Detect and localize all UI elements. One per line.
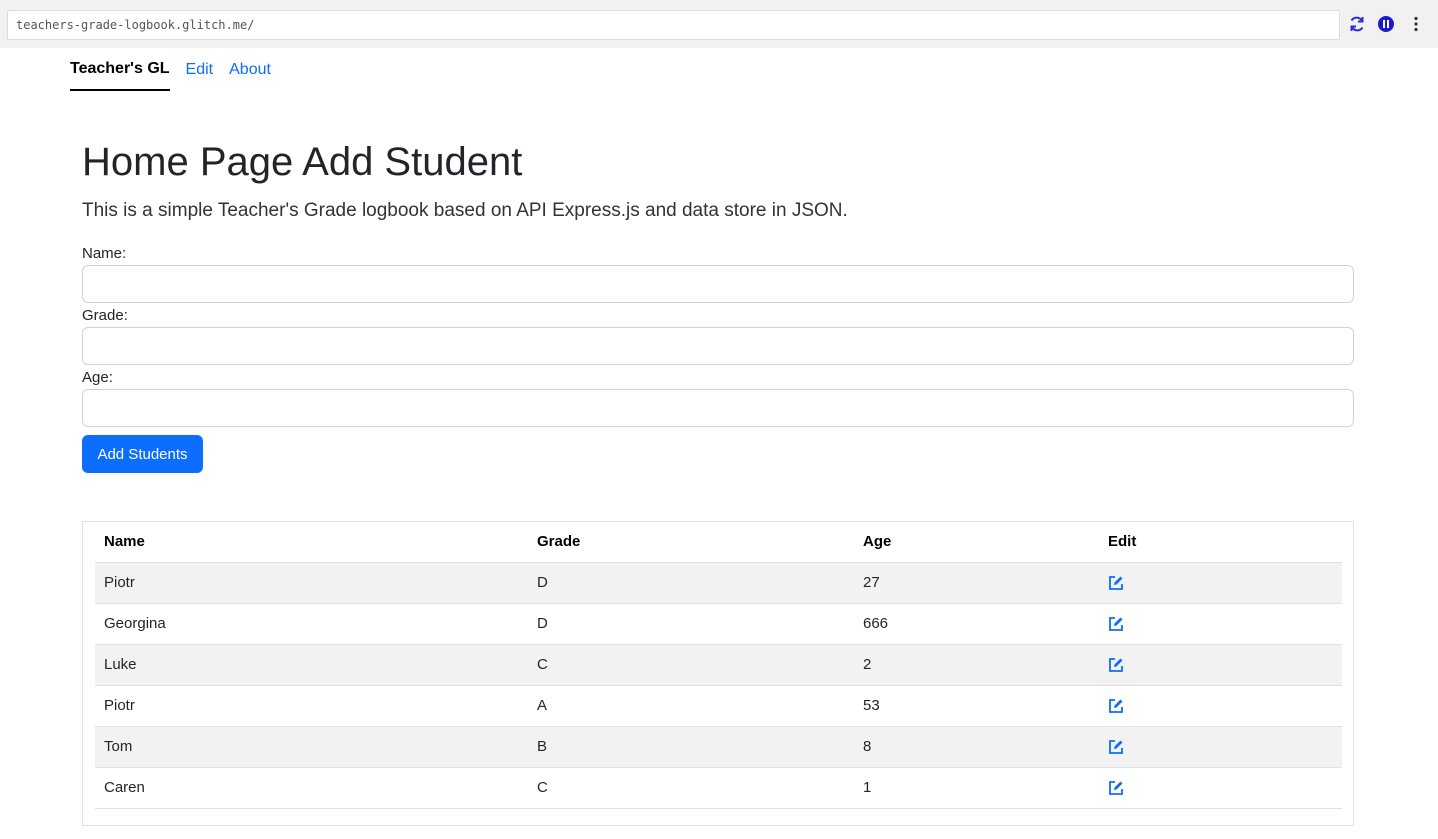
- edit-icon[interactable]: [1108, 575, 1124, 591]
- table-row: Georgina D 666: [95, 604, 1342, 645]
- top-nav: Teacher's GL Edit About: [70, 48, 287, 91]
- cell-grade: A: [537, 697, 548, 714]
- table-header-row: Name Grade Age Edit: [95, 522, 1342, 563]
- add-students-button[interactable]: Add Students: [82, 435, 203, 473]
- edit-icon[interactable]: [1108, 739, 1124, 755]
- grade-label: Grade:: [82, 307, 128, 324]
- table-row: Tom B 8: [95, 727, 1342, 768]
- edit-icon[interactable]: [1108, 616, 1124, 632]
- cell-grade: C: [537, 656, 548, 673]
- page-title: Home Page Add Student: [82, 140, 523, 184]
- more-menu-icon[interactable]: [1406, 14, 1426, 34]
- cell-name: Piotr: [104, 697, 135, 714]
- pause-icon[interactable]: [1376, 14, 1396, 34]
- header-age: Age: [863, 533, 892, 550]
- table-row: Luke C 2: [95, 645, 1342, 686]
- nav-brand[interactable]: Teacher's GL: [70, 48, 170, 91]
- cell-name: Luke: [104, 656, 137, 673]
- browser-toolbar: teachers-grade-logbook.glitch.me/: [0, 0, 1438, 48]
- table-row: Piotr A 53: [95, 686, 1342, 727]
- cell-name: Georgina: [104, 615, 166, 632]
- name-input[interactable]: [82, 265, 1354, 303]
- header-edit: Edit: [1108, 533, 1137, 550]
- students-table: Name Grade Age Edit Piotr D 27 Georgina …: [95, 522, 1342, 809]
- edit-icon[interactable]: [1108, 698, 1124, 714]
- cell-name: Caren: [104, 779, 145, 796]
- nav-link-edit[interactable]: Edit: [186, 48, 214, 91]
- cell-grade: D: [537, 574, 548, 591]
- edit-icon[interactable]: [1108, 657, 1124, 673]
- cell-age: 666: [863, 615, 889, 632]
- cell-age: 1: [863, 779, 872, 796]
- header-name: Name: [104, 533, 145, 550]
- age-input[interactable]: [82, 389, 1354, 427]
- table-row: Piotr D 27: [95, 563, 1342, 604]
- cell-age: 27: [863, 574, 880, 591]
- header-grade: Grade: [537, 533, 581, 550]
- edit-icon[interactable]: [1108, 780, 1124, 796]
- cell-name: Tom: [104, 738, 133, 755]
- cell-age: 8: [863, 738, 872, 755]
- age-label: Age:: [82, 369, 113, 386]
- cell-grade: B: [537, 738, 548, 755]
- nav-link-about[interactable]: About: [229, 48, 271, 91]
- name-label: Name:: [82, 245, 127, 262]
- table-row: Caren C 1: [95, 768, 1342, 809]
- grade-input[interactable]: [82, 327, 1354, 365]
- cell-name: Piotr: [104, 574, 135, 591]
- cell-grade: C: [537, 779, 548, 796]
- reload-icon[interactable]: [1347, 14, 1367, 34]
- cell-grade: D: [537, 615, 548, 632]
- address-bar[interactable]: teachers-grade-logbook.glitch.me/: [7, 10, 1340, 40]
- students-table-card: Name Grade Age Edit Piotr D 27 Georgina …: [82, 521, 1354, 826]
- cell-age: 2: [863, 656, 872, 673]
- page-description: This is a simple Teacher's Grade logbook…: [82, 200, 848, 221]
- cell-age: 53: [863, 697, 880, 714]
